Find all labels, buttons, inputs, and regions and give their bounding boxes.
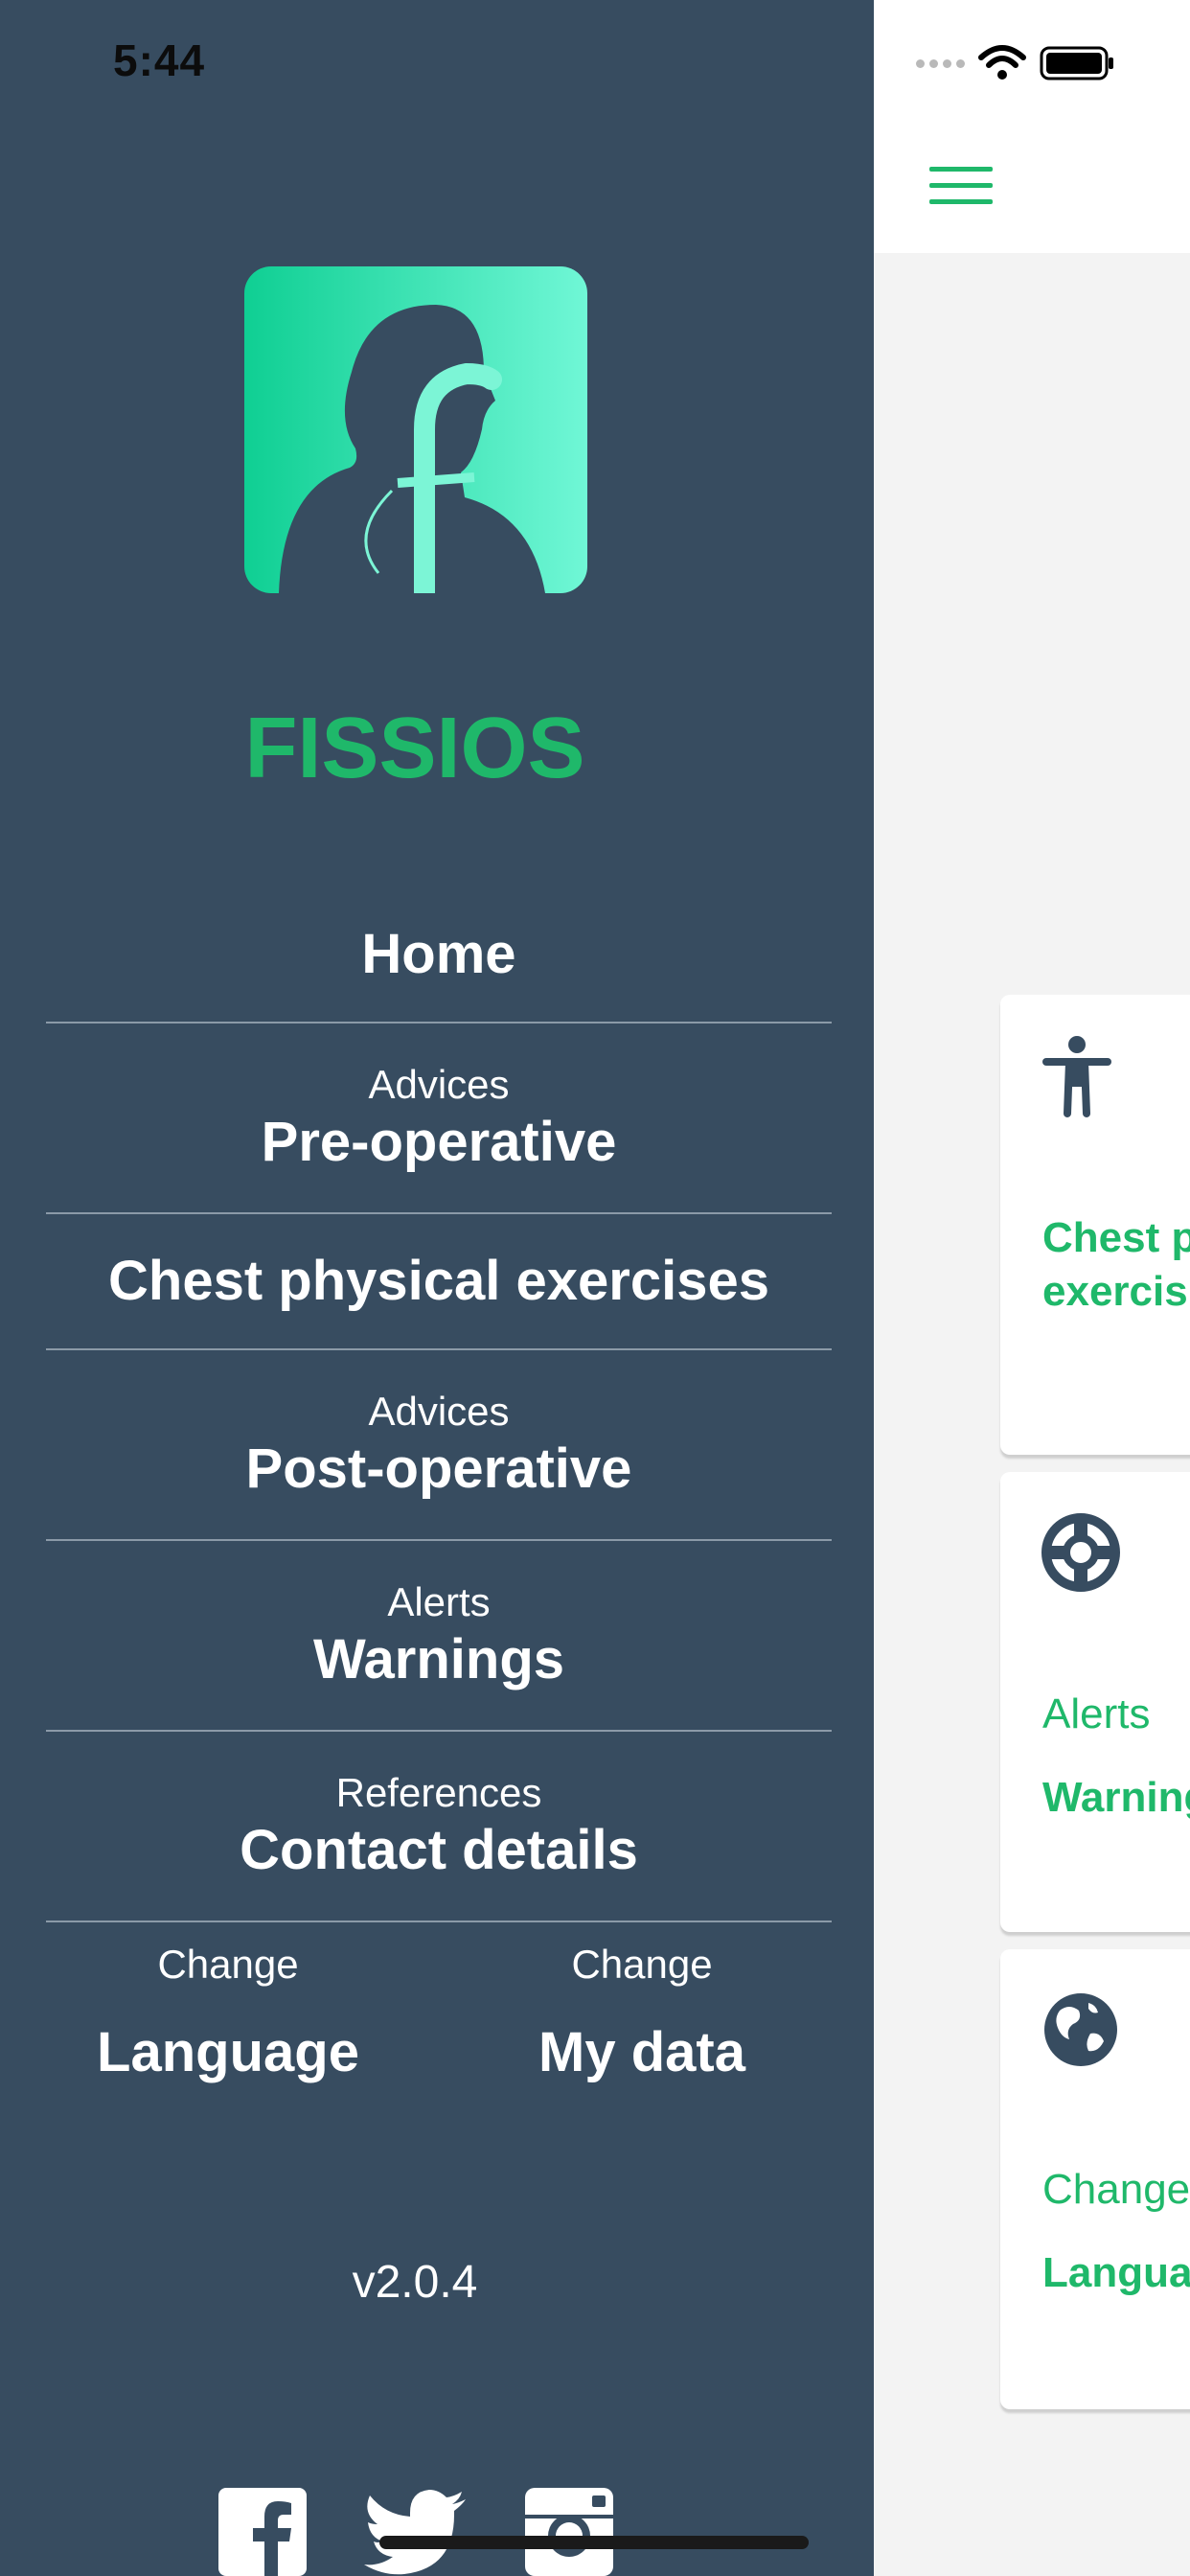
menu-item-warnings[interactable]: Alerts Warnings — [46, 1541, 832, 1732]
globe-icon — [1044, 1993, 1117, 2066]
card-chest-title-line2: exercis — [1042, 1268, 1188, 1315]
menu-item-post-label: Post-operative — [245, 1438, 632, 1500]
menu-item-contact-label: Contact details — [240, 1819, 638, 1881]
menu-item-pre-sub: Advices — [368, 1062, 510, 1107]
app-logo — [244, 266, 587, 593]
card-language[interactable]: Change Langua — [1000, 1949, 1190, 2409]
menu-item-contact-sub: References — [335, 1770, 542, 1815]
drawer-menu: Home Advices Pre-operative Chest physica… — [46, 891, 832, 1922]
menu-item-chest-label: Chest physical exercises — [108, 1250, 769, 1312]
person-icon — [1042, 1036, 1111, 1117]
menu-item-home-label: Home — [361, 923, 516, 985]
wifi-icon — [978, 45, 1027, 80]
menu-item-pre-label: Pre-operative — [261, 1111, 617, 1173]
signal-icon — [916, 55, 970, 71]
menu-item-warnings-sub: Alerts — [387, 1579, 491, 1624]
facebook-icon[interactable] — [218, 2488, 307, 2576]
menu-item-contact-details[interactable]: References Contact details — [46, 1732, 832, 1922]
menu-item-chest-exercises[interactable]: Chest physical exercises — [46, 1214, 832, 1350]
card-warnings-sub: Alerts — [1042, 1690, 1151, 1737]
card-language-sub: Change — [1042, 2166, 1190, 2213]
twitter-icon[interactable] — [362, 2488, 468, 2576]
instagram-icon[interactable] — [525, 2488, 613, 2576]
change-row: Change Language Change My data — [46, 1938, 832, 2101]
card-chest-exercises[interactable]: Chest p exercis — [1000, 995, 1190, 1455]
card-warnings[interactable]: Alerts Warning — [1000, 1472, 1190, 1932]
card-language-title: Langua — [1042, 2249, 1190, 2296]
logo-head-silhouette-icon — [279, 305, 545, 593]
menu-item-warnings-label: Warnings — [312, 1628, 565, 1690]
menu-hamburger-icon[interactable] — [929, 167, 993, 209]
change-language-label: Language — [97, 2021, 359, 2083]
main-screen: Chest p exercis Alerts Warning Change La… — [874, 0, 1190, 2576]
card-warnings-title: Warning — [1042, 1774, 1190, 1821]
app-title: FISSIOS — [244, 701, 585, 796]
menu-item-home[interactable]: Home — [46, 891, 832, 1024]
battery-icon — [1040, 46, 1113, 80]
change-mydata-label: My data — [538, 2021, 745, 2083]
menu-item-post-sub: Advices — [368, 1389, 510, 1434]
home-indicator — [379, 2536, 809, 2549]
change-mydata-button[interactable]: Change My data — [460, 1938, 824, 2085]
lifebuoy-icon — [1041, 1513, 1120, 1592]
status-time: 5:44 — [113, 35, 206, 85]
side-drawer: 5:44 FISSIOS Home Advices Pre-operative … — [0, 0, 874, 2576]
top-bar — [874, 0, 1190, 253]
app-version: v2.0.4 — [352, 2257, 478, 2308]
menu-item-pre-operative[interactable]: Advices Pre-operative — [46, 1024, 832, 1214]
change-language-sub: Change — [157, 1942, 299, 1987]
menu-item-post-operative[interactable]: Advices Post-operative — [46, 1350, 832, 1541]
change-language-button[interactable]: Change Language — [46, 1938, 410, 2085]
change-mydata-sub: Change — [571, 1942, 713, 1987]
status-icons — [916, 44, 1116, 82]
card-chest-title-line1: Chest p — [1042, 1214, 1190, 1261]
